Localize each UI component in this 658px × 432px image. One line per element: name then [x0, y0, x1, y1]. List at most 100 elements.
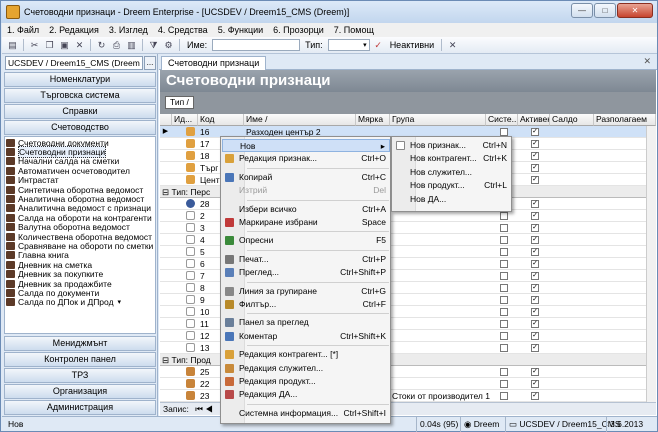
close-button[interactable]: ✕	[617, 3, 653, 18]
clear-filter-icon[interactable]: ✕	[446, 39, 459, 52]
active-checkbox[interactable]: ✓	[531, 212, 539, 220]
column-header-unit[interactable]: Мярка	[356, 114, 390, 126]
submenu-item[interactable]: Нов ДА...	[393, 193, 511, 206]
nav-list-item[interactable]: Дневник за покупките	[5, 269, 155, 279]
nav-list-item[interactable]: Дневник на сметка	[5, 260, 155, 270]
nav-list-item[interactable]: Сравняване на обороти по сметки	[5, 241, 155, 251]
active-checkbox[interactable]: ✓	[531, 260, 539, 268]
column-header-code[interactable]: Код	[198, 114, 244, 126]
system-checkbox[interactable]	[500, 296, 508, 304]
nav-nomenclatures[interactable]: Номенклатури	[4, 72, 156, 87]
nav-list-item[interactable]: Начални салда на сметки	[5, 156, 155, 166]
system-checkbox[interactable]	[500, 272, 508, 280]
group-by-type-tag[interactable]: Тип /	[165, 96, 194, 109]
submenu-item[interactable]: Нов служител...	[393, 166, 511, 179]
submenu-item[interactable]: Нов признак... Ctrl+N	[393, 139, 511, 152]
nav-reports[interactable]: Справки	[4, 104, 156, 119]
context_menu-item[interactable]: Системна информация... Ctrl+Shift+I	[222, 407, 390, 420]
print-icon[interactable]: ⎙	[110, 39, 123, 52]
active-checkbox[interactable]: ✓	[531, 392, 539, 400]
nav-list-item[interactable]: Автоматичен осчетоводител	[5, 166, 155, 176]
active-checkbox[interactable]: ✓	[531, 164, 539, 172]
prev-record-icon[interactable]: ◀	[205, 404, 213, 414]
refresh-icon[interactable]: ↻	[95, 39, 108, 52]
context_menu-item[interactable]: Нов ▸	[222, 139, 390, 152]
context_menu-item[interactable]: Преглед... Ctrl+Shift+P	[222, 266, 390, 279]
settings-icon[interactable]: ⚙	[162, 39, 175, 52]
context_menu-item[interactable]: Опресни F5	[222, 234, 390, 247]
column-header-name[interactable]: Име /	[244, 114, 356, 126]
nav-list-item[interactable]: Счетоводни признаци	[5, 146, 155, 159]
nav-list-item[interactable]: Дневник за продажбите	[5, 279, 155, 289]
active-checkbox[interactable]: ✓	[531, 224, 539, 232]
maximize-button[interactable]: □	[594, 3, 616, 18]
new-doc-icon[interactable]: ▤	[6, 39, 19, 52]
active-checkbox[interactable]: ✓	[531, 248, 539, 256]
nav-management[interactable]: Мениджмънт	[4, 336, 156, 351]
column-header-system[interactable]: Систе...	[486, 114, 518, 126]
menu-tools[interactable]: 4. Средства	[153, 25, 213, 35]
nav-accounting[interactable]: Счетоводство	[4, 120, 156, 135]
nav-control-panel[interactable]: Контролен панел	[4, 352, 156, 367]
context_menu-item[interactable]: Коментар Ctrl+Shift+K	[222, 330, 390, 343]
system-checkbox[interactable]	[500, 212, 508, 220]
active-checkbox[interactable]: ✓	[531, 296, 539, 304]
system-checkbox[interactable]	[500, 248, 508, 256]
system-checkbox[interactable]	[500, 344, 508, 352]
context_menu-item[interactable]: Редакция продукт...	[222, 375, 390, 388]
close-tab-icon[interactable]: ✕	[643, 56, 651, 67]
active-checkbox[interactable]: ✓	[531, 284, 539, 292]
active-checkbox[interactable]: ✓	[531, 308, 539, 316]
submenu-item[interactable]: Нов продукт... Ctrl+L	[393, 179, 511, 192]
active-checkbox[interactable]: ✓	[531, 344, 539, 352]
column-header-id[interactable]: Ид...	[172, 114, 198, 126]
menu-windows[interactable]: 6. Прозорци	[268, 25, 329, 35]
context_menu-item[interactable]: Панел за преглед	[222, 316, 390, 329]
tab-accounting-attributes[interactable]: Счетоводни признаци	[161, 56, 267, 70]
nav-list-item[interactable]: Интрастат	[5, 175, 155, 185]
active-checkbox[interactable]: ✓	[531, 152, 539, 160]
menu-edit[interactable]: 2. Редакция	[44, 25, 104, 35]
active-checkbox[interactable]: ✓	[531, 200, 539, 208]
nav-list-item[interactable]: Главна книга	[5, 250, 155, 260]
context_menu-item[interactable]: Избери всичко Ctrl+A	[222, 203, 390, 216]
system-checkbox[interactable]	[500, 320, 508, 328]
menu-help[interactable]: 7. Помощ	[329, 25, 379, 35]
name-filter-input[interactable]	[212, 39, 301, 51]
active-checkbox[interactable]: ✓	[531, 380, 539, 388]
nav-list-item[interactable]: Аналитична оборотна ведомост	[5, 194, 155, 204]
active-checkbox[interactable]: ✓	[531, 272, 539, 280]
nav-list-item[interactable]: Аналитична ведомост с признаци	[5, 203, 155, 213]
nav-payroll[interactable]: ТРЗ	[4, 368, 156, 383]
minimize-button[interactable]: —	[571, 3, 593, 18]
menu-view[interactable]: 3. Изглед	[104, 25, 153, 35]
active-checkbox[interactable]: ✓	[531, 128, 539, 136]
vertical-scrollbar[interactable]	[646, 126, 656, 402]
submenu-item[interactable]: Нов контрагент... Ctrl+K	[393, 152, 511, 165]
nav-administration[interactable]: Администрация	[4, 400, 156, 415]
nav-trade-system[interactable]: Търговска система	[4, 88, 156, 103]
system-checkbox[interactable]	[500, 128, 508, 136]
collapse-icon[interactable]: ⊟	[162, 187, 169, 197]
nav-list-item[interactable]: Количествена оборотна ведомост	[5, 232, 155, 242]
column-header-available[interactable]: Разполагаем	[594, 114, 656, 126]
active-checkbox[interactable]: ✓	[531, 236, 539, 244]
nav-list-item[interactable]: Салда по ДПок и ДПрод ▾	[5, 297, 155, 307]
menu-file[interactable]: 1. Файл	[2, 25, 44, 35]
context_menu-item[interactable]: Редакция признак... Ctrl+O	[222, 152, 390, 165]
active-checkbox[interactable]: ✓	[531, 368, 539, 376]
copy-icon[interactable]: ❐	[43, 39, 56, 52]
system-checkbox[interactable]	[500, 260, 508, 268]
active-checkbox[interactable]: ✓	[531, 140, 539, 148]
column-header-active[interactable]: Активен	[518, 114, 550, 126]
column-header-group[interactable]: Група	[390, 114, 486, 126]
database-browse-button[interactable]: ...	[144, 56, 156, 70]
nav-list-item[interactable]: Синтетична оборотна ведомост	[5, 185, 155, 195]
context_menu-item[interactable]: Печат... Ctrl+P	[222, 253, 390, 266]
nav-organization[interactable]: Организация	[4, 384, 156, 399]
preview-icon[interactable]: ▥	[125, 39, 138, 52]
column-header-balance[interactable]: Салдо	[550, 114, 594, 126]
active-checkbox[interactable]: ✓	[531, 320, 539, 328]
system-checkbox[interactable]	[500, 380, 508, 388]
system-checkbox[interactable]	[500, 236, 508, 244]
